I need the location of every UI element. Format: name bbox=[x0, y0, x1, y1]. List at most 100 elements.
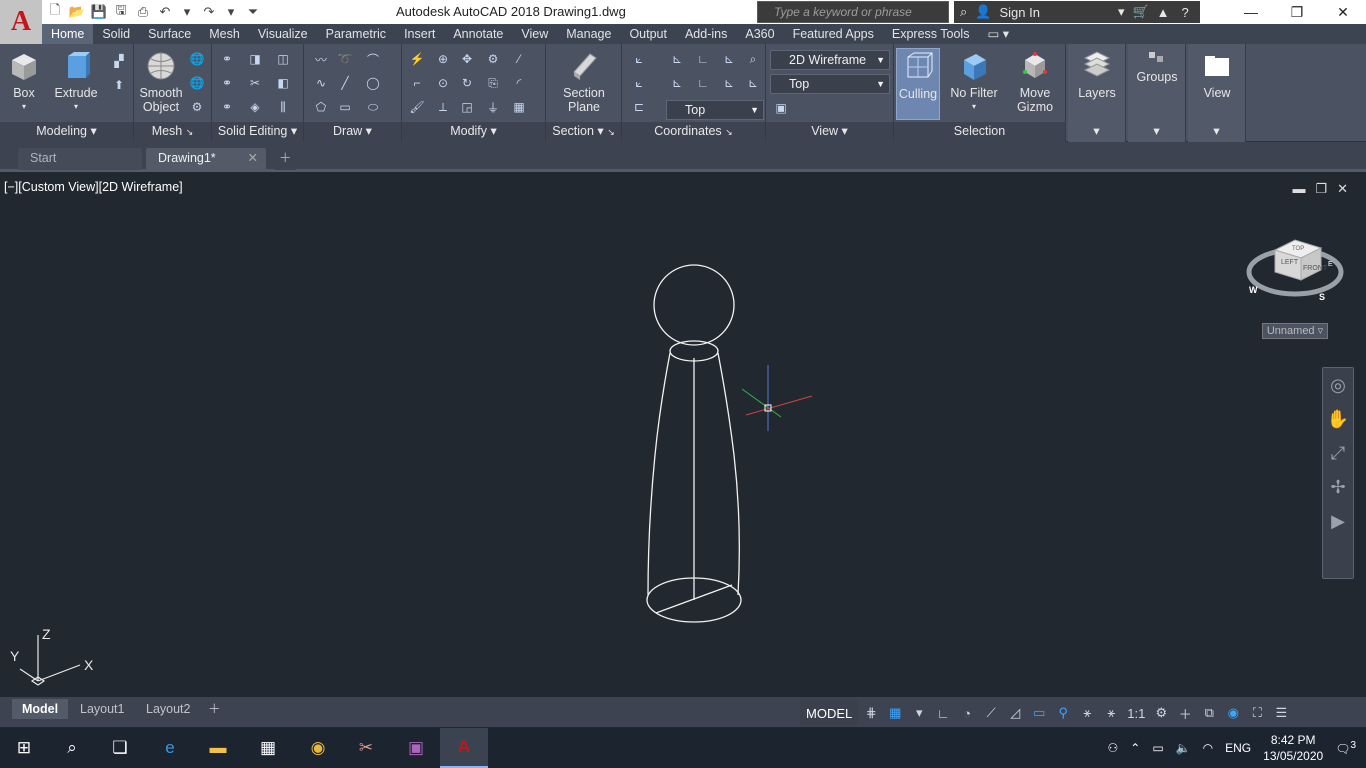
ucs-named-icon[interactable]: ⊾ bbox=[668, 50, 686, 68]
zoom-extents-icon[interactable]: ⤢ bbox=[1323, 436, 1353, 470]
tab-add-ins[interactable]: Add-ins bbox=[676, 24, 736, 44]
coordinates-panel-title[interactable]: Coordinates ↘ bbox=[622, 122, 765, 142]
autodesk-icon[interactable]: ▲ bbox=[1157, 5, 1170, 20]
copy-icon[interactable]: ⎘ bbox=[484, 74, 502, 92]
mesh-tool-2-icon[interactable]: 🌐 bbox=[188, 74, 206, 92]
recorder-icon[interactable]: ▣ bbox=[392, 728, 440, 768]
3d-mirror-icon[interactable]: ⊙ bbox=[434, 74, 452, 92]
tab-annotate[interactable]: Annotate bbox=[444, 24, 512, 44]
showmotion-icon[interactable]: ▶ bbox=[1323, 504, 1353, 538]
workspace-gear-icon[interactable]: ⚙ bbox=[1150, 701, 1172, 725]
ellipse-icon[interactable]: ⬭ bbox=[364, 98, 382, 116]
mesh-tool-1-icon[interactable]: 🌐 bbox=[188, 50, 206, 68]
section-plane-button[interactable]: Section Plane bbox=[560, 50, 608, 114]
layout2-tab[interactable]: Layout2 bbox=[136, 699, 200, 719]
join-icon[interactable]: ⌐ bbox=[408, 74, 426, 92]
drawing-viewport[interactable]: [−][Custom View][2D Wireframe] ▬ ❐ ✕ LEF… bbox=[0, 175, 1366, 697]
undo-icon[interactable]: ↶ bbox=[156, 3, 174, 21]
cart-icon[interactable]: 🛒 bbox=[1132, 4, 1148, 20]
autocad-taskbar-icon[interactable]: A bbox=[440, 728, 488, 768]
tab-express-tools[interactable]: Express Tools bbox=[883, 24, 979, 44]
ucs-icon-props-icon[interactable]: ⌕ bbox=[744, 50, 762, 68]
isolate-icon[interactable]: ⧉ bbox=[1198, 701, 1220, 725]
close-tab-icon[interactable]: ✕ bbox=[248, 148, 258, 168]
view-panel-title[interactable]: View ▾ bbox=[766, 122, 893, 142]
cube-front-face[interactable]: FRONT bbox=[1303, 265, 1328, 272]
polyline-icon[interactable]: 〰 bbox=[312, 50, 330, 68]
close-button[interactable]: ✕ bbox=[1320, 0, 1366, 24]
language-indicator[interactable]: ENG bbox=[1225, 741, 1251, 755]
hardware-acceleration-icon[interactable]: ◉ bbox=[1222, 701, 1244, 725]
ortho-icon[interactable]: ∟ bbox=[932, 701, 954, 725]
move-gizmo-button[interactable]: Move Gizmo bbox=[1010, 50, 1060, 114]
layers-button[interactable]: Layers bbox=[1076, 50, 1118, 100]
view-tools-panel[interactable]: View ▾ bbox=[1188, 44, 1246, 142]
compass-west[interactable]: W bbox=[1249, 285, 1258, 295]
new-file-icon[interactable]: 🗋 bbox=[46, 2, 64, 21]
layers-expand-icon[interactable]: ▾ bbox=[1068, 122, 1125, 142]
pan-icon[interactable]: ✋ bbox=[1323, 402, 1353, 436]
view-dropdown[interactable]: Top ▼ bbox=[770, 74, 890, 94]
cube-left-face[interactable]: LEFT bbox=[1281, 259, 1299, 266]
mesh-panel-title[interactable]: Mesh ↘ bbox=[134, 122, 211, 142]
model-geometry[interactable] bbox=[0, 175, 1366, 697]
modify-panel-title[interactable]: Modify ▾ bbox=[402, 122, 545, 142]
tab-view[interactable]: View bbox=[512, 24, 557, 44]
snap-dropdown-icon[interactable]: ▾ bbox=[908, 701, 930, 725]
grid-icon[interactable]: ⋕ bbox=[860, 701, 882, 725]
file-explorer-icon[interactable]: ▬ bbox=[194, 728, 242, 768]
line-icon[interactable]: ╱ bbox=[336, 74, 354, 92]
compass-east[interactable]: E bbox=[1328, 261, 1333, 268]
user-icon[interactable]: 👤 bbox=[975, 4, 991, 20]
union-icon[interactable]: ⚭ bbox=[218, 50, 236, 68]
help-icon[interactable]: ? bbox=[1182, 5, 1189, 20]
match-properties-icon[interactable]: 🖌 bbox=[408, 98, 426, 116]
presspull-icon[interactable]: ⬆ bbox=[110, 76, 128, 94]
polygon-icon[interactable]: ⬠ bbox=[312, 98, 330, 116]
search-input[interactable]: Type a keyword or phrase bbox=[757, 1, 949, 23]
clock[interactable]: 8:42 PM 13/05/2020 bbox=[1263, 732, 1323, 764]
annotation-icon[interactable]: ⚲ bbox=[1052, 701, 1074, 725]
model-layout-tab[interactable]: Model bbox=[12, 699, 69, 719]
extrude-button[interactable]: Extrude ▾ bbox=[54, 50, 98, 114]
annotation-scale[interactable]: 1:1 bbox=[1124, 701, 1148, 725]
restore-button[interactable]: ❐ bbox=[1274, 0, 1320, 24]
compass-south[interactable]: S bbox=[1319, 292, 1325, 302]
separate-icon[interactable]: ⫼ bbox=[274, 98, 292, 116]
dynamic-ucs-icon[interactable]: ▭ bbox=[1028, 701, 1050, 725]
customize-qat-icon[interactable]: ⏷ bbox=[244, 3, 262, 21]
modeling-panel-title[interactable]: Modeling ▾ bbox=[0, 122, 133, 142]
circle-icon[interactable]: ◯ bbox=[364, 74, 382, 92]
view-expand-icon[interactable]: ▾ bbox=[1188, 122, 1245, 142]
redo-dropdown-icon[interactable]: ▾ bbox=[222, 3, 240, 21]
binoculars-icon[interactable]: ⌕ bbox=[960, 4, 967, 20]
ucs-z-icon[interactable]: ⊾ bbox=[720, 74, 738, 92]
viewcube[interactable]: LEFT FRONT TOP W S E bbox=[1245, 230, 1345, 310]
layout1-tab[interactable]: Layout1 bbox=[70, 699, 134, 719]
cube-top-face[interactable]: TOP bbox=[1292, 246, 1304, 252]
mirror-icon[interactable]: ⚡ bbox=[408, 50, 426, 68]
open-file-icon[interactable]: 📂 bbox=[68, 3, 86, 21]
fillet-icon[interactable]: ◜ bbox=[510, 74, 528, 92]
autoscale-icon[interactable]: ⚹ bbox=[1100, 701, 1122, 725]
tab-output[interactable]: Output bbox=[620, 24, 676, 44]
smooth-object-button[interactable]: Smooth Object bbox=[138, 50, 184, 114]
undo-dropdown-icon[interactable]: ▾ bbox=[178, 3, 196, 21]
tab-featured-apps[interactable]: Featured Apps bbox=[784, 24, 883, 44]
ucs-view-icon[interactable]: ⊏ bbox=[630, 98, 648, 116]
draw-panel-title[interactable]: Draw ▾ bbox=[304, 122, 401, 142]
wifi-icon[interactable]: ◠ bbox=[1203, 741, 1213, 755]
array-icon[interactable]: ▦ bbox=[510, 98, 528, 116]
scale-icon[interactable]: ◲ bbox=[458, 98, 476, 116]
subtract-icon[interactable]: ⚭ bbox=[218, 74, 236, 92]
slice-icon[interactable]: ◨ bbox=[246, 50, 264, 68]
application-menu-button[interactable]: A bbox=[0, 0, 42, 44]
start-tab[interactable]: Start bbox=[18, 148, 142, 170]
tab-solid[interactable]: Solid bbox=[93, 24, 139, 44]
3d-rotate-icon[interactable]: ⊕ bbox=[434, 50, 452, 68]
viewports-icon[interactable]: ▣ bbox=[772, 99, 790, 117]
clean-screen-icon[interactable]: ⛶ bbox=[1246, 701, 1268, 725]
volume-icon[interactable]: 🔈 bbox=[1176, 741, 1191, 755]
task-view-icon[interactable]: ❏ bbox=[96, 728, 144, 768]
tab-a360[interactable]: A360 bbox=[736, 24, 783, 44]
